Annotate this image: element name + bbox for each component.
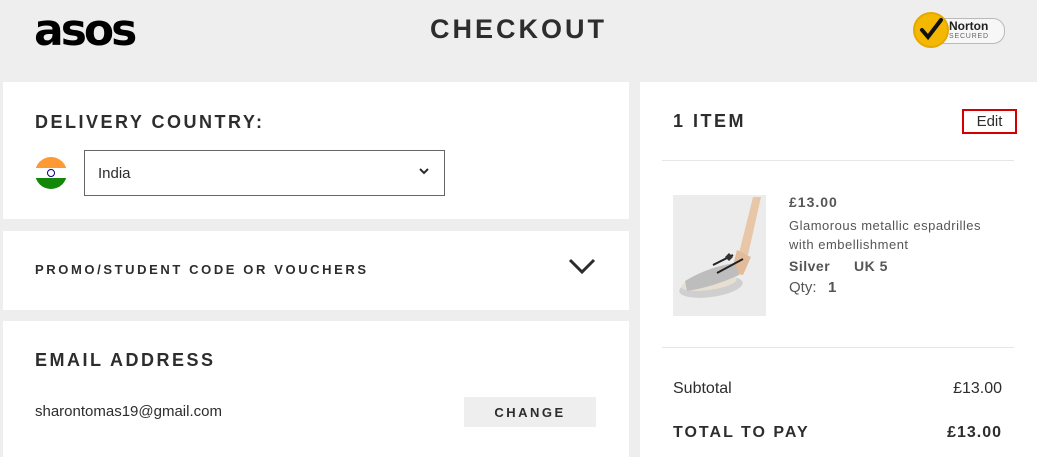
edit-bag-link[interactable]: Edit	[962, 109, 1017, 134]
email-panel	[3, 321, 629, 457]
subtotal-value: £13.00	[953, 380, 1002, 397]
email-address-heading: EMAIL ADDRESS	[35, 350, 216, 370]
norton-brand: Norton	[949, 19, 989, 33]
norton-secured-badge: Norton SECURED	[913, 12, 1005, 48]
email-address-value: sharontomas19@gmail.com	[35, 403, 222, 420]
norton-secured-text: SECURED	[949, 33, 989, 40]
item-size: UK 5	[854, 258, 888, 274]
item-name[interactable]: Glamorous metallic espadrilles with embe…	[789, 216, 1004, 254]
change-email-button[interactable]: CHANGE	[464, 397, 596, 427]
item-color: Silver	[789, 258, 831, 274]
norton-checkmark-icon	[913, 12, 949, 48]
header: asos CHECKOUT Norton SECURED	[0, 0, 1037, 80]
item-count-heading: 1 ITEM	[673, 111, 747, 131]
total-to-pay-label: TOTAL TO PAY	[673, 424, 810, 441]
total-to-pay-value: £13.00	[947, 424, 1002, 441]
product-image	[673, 195, 766, 316]
country-select-value: India	[98, 165, 131, 182]
chevron-down-icon	[418, 164, 430, 181]
item-price: £13.00	[789, 194, 838, 210]
promo-toggle-chevron-down-icon[interactable]	[567, 255, 597, 282]
subtotal-label: Subtotal	[673, 380, 732, 397]
page-title: CHECKOUT	[430, 14, 607, 44]
item-qty-value: 1	[828, 279, 837, 296]
country-select[interactable]: India	[84, 150, 445, 196]
divider	[662, 347, 1014, 348]
item-qty-label: Qty:	[789, 279, 817, 296]
promo-code-label[interactable]: PROMO/STUDENT CODE OR VOUCHERS	[35, 262, 369, 277]
india-flag-icon	[35, 157, 67, 189]
delivery-country-heading: DELIVERY COUNTRY:	[35, 112, 265, 132]
divider	[662, 160, 1014, 161]
